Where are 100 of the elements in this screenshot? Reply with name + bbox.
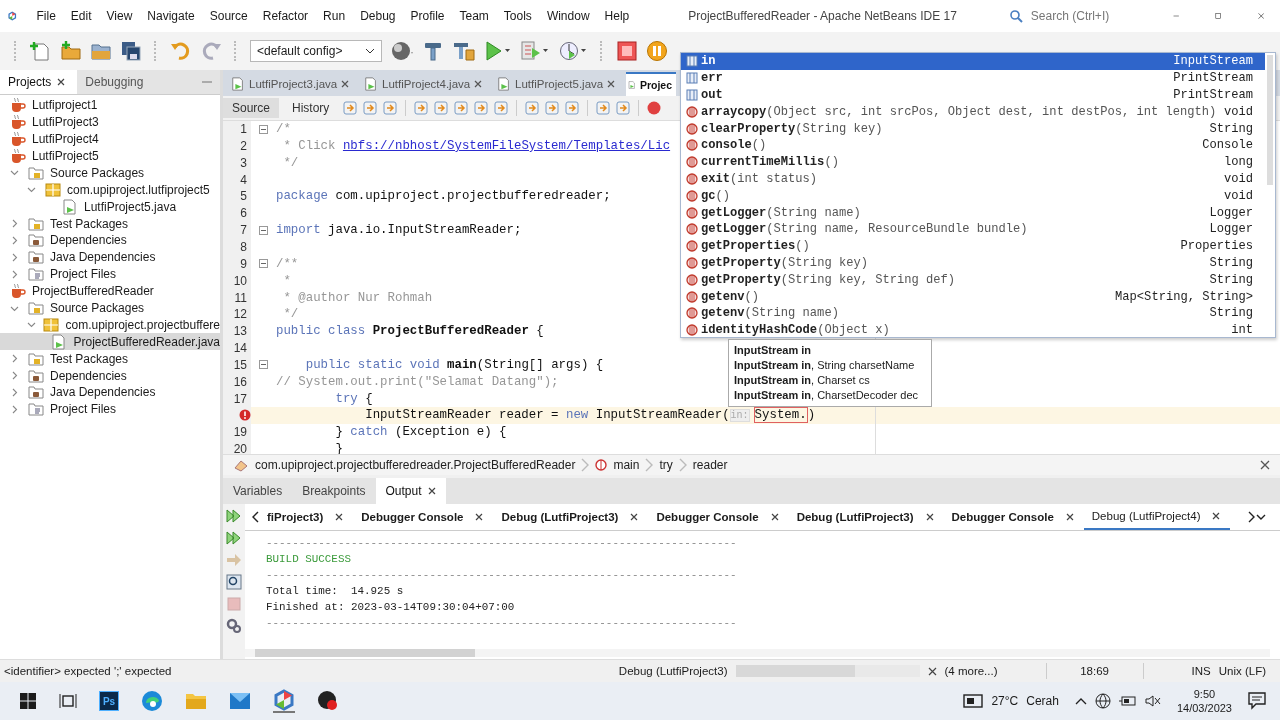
fold-icon[interactable] (259, 124, 268, 134)
task-view-icon[interactable] (59, 692, 77, 711)
editor-tab[interactable]: LutfiProject5.java (493, 71, 626, 96)
menu-item[interactable]: Run (315, 8, 353, 23)
tree-item[interactable]: Dependencies (0, 232, 220, 249)
completion-item[interactable]: currentTimeMillis() long (681, 153, 1265, 171)
menu-item[interactable]: Edit (62, 8, 99, 23)
completion-item[interactable]: exit(int status) void (681, 170, 1265, 188)
menu-item[interactable]: View (98, 8, 140, 23)
debug-icon[interactable] (520, 39, 550, 62)
completion-item[interactable]: identityHashCode(Object x) int (681, 321, 1265, 339)
continue-icon[interactable] (226, 529, 242, 546)
tree-item[interactable]: Java Dependencies (0, 384, 220, 401)
editor-tab[interactable]: LutfiProject4.java (360, 71, 493, 96)
view-tab[interactable]: Source (223, 97, 280, 118)
scroll-right-icon[interactable] (1248, 510, 1256, 523)
tree-item[interactable]: ProjectBufferedReader (0, 282, 220, 300)
tree-item[interactable]: Java Dependencies (0, 248, 220, 266)
panel-tab[interactable]: Breakpoints (292, 477, 376, 504)
record-icon[interactable] (646, 99, 663, 116)
temperature[interactable]: 27°C (991, 694, 1019, 709)
console-tab[interactable]: Debug (LutfiProject4) (1083, 503, 1231, 530)
menu-item[interactable]: Source (201, 8, 255, 23)
save-all-icon[interactable] (120, 39, 142, 62)
tree-item[interactable]: LutfiProject4 (0, 130, 220, 148)
mail-icon[interactable] (229, 692, 251, 711)
tree-item[interactable]: LutfiProject3 (0, 113, 220, 131)
tree-item[interactable]: Source Packages (0, 164, 220, 182)
globe-icon[interactable] (1094, 693, 1111, 710)
tree-item[interactable]: com.upiproject.lutfiproject5 (0, 181, 220, 199)
pause-icon[interactable] (646, 39, 668, 62)
close-icon[interactable] (427, 486, 436, 495)
menu-item[interactable]: Help (596, 8, 637, 23)
completion-item[interactable]: getProperties() Properties (681, 237, 1265, 255)
dropdown-icon[interactable] (1256, 513, 1266, 520)
tree-item[interactable]: Test Packages (0, 215, 220, 233)
console-tab[interactable]: Debug (LutfiProject3) (788, 503, 944, 530)
config-dropdown[interactable]: <default config> (250, 39, 382, 62)
settings-icon[interactable] (226, 617, 242, 634)
close-icon[interactable] (927, 666, 937, 676)
completion-item[interactable]: console() Console (681, 137, 1265, 154)
completion-item[interactable]: getProperty(String key, String def) String (681, 271, 1265, 289)
editor-tab[interactable]: LutfiProject3.java (227, 71, 360, 96)
completion-item[interactable]: getLogger(String name) Logger (681, 204, 1265, 221)
console-tab[interactable]: Debugger Console (943, 503, 1084, 530)
profile-icon[interactable] (558, 39, 588, 62)
weather-text[interactable]: Cerah (1026, 694, 1059, 709)
console-tab[interactable]: Debugger Console (648, 503, 789, 530)
tree-item[interactable]: ProjectBufferedReader.java (0, 333, 220, 351)
completion-item[interactable]: in InputStream (681, 53, 1265, 70)
close-icon[interactable] (57, 77, 66, 86)
completion-item[interactable]: getenv() Map<String, String> (681, 288, 1265, 305)
close-icon[interactable] (1212, 511, 1221, 520)
new-project-icon[interactable] (60, 39, 82, 62)
menu-item[interactable]: Navigate (139, 8, 202, 23)
panel-tab[interactable]: Projects (0, 69, 78, 94)
close-icon[interactable] (607, 79, 616, 88)
windows-start-icon[interactable] (19, 692, 37, 711)
tree-item[interactable]: com.upiproject.projectbuffere (0, 316, 220, 334)
close-icon[interactable] (474, 79, 483, 88)
panel-tab[interactable]: Output (375, 477, 446, 504)
view-tab[interactable]: History (283, 97, 339, 118)
search-field[interactable]: Search (Ctrl+I) (1028, 7, 1153, 24)
console-tab[interactable]: Debugger Console (353, 503, 494, 530)
menu-item[interactable]: Window (538, 8, 597, 23)
tree-item[interactable]: LutfiProject5.java (0, 198, 220, 216)
new-file-icon[interactable] (30, 39, 52, 62)
scroll-left-icon[interactable] (251, 510, 259, 523)
close-icon[interactable] (335, 512, 344, 521)
inspect-icon[interactable] (226, 573, 242, 590)
globe-icon[interactable] (390, 39, 414, 62)
fold-icon[interactable] (259, 225, 268, 235)
tree-item[interactable]: LutfiProject5 (0, 147, 220, 165)
cube-app-icon[interactable] (273, 689, 295, 714)
console-tab[interactable]: fiProject3) (259, 503, 354, 530)
completion-item[interactable]: out PrintStream (681, 86, 1265, 104)
completion-item[interactable]: getProperty(String key) String (681, 254, 1265, 272)
browser-icon[interactable] (141, 690, 163, 713)
tree-item[interactable]: Project Files (0, 400, 220, 418)
breadcrumb-item[interactable]: com.upiproject.projectbufferedreader.ProjectBufferedReader (255, 457, 576, 472)
close-icon[interactable] (1260, 459, 1270, 470)
tree-item[interactable]: Lutfiproject1 (0, 96, 220, 114)
close-icon[interactable] (770, 512, 779, 521)
notification-icon[interactable] (1248, 692, 1268, 711)
run-icon[interactable] (484, 39, 512, 62)
fold-icon[interactable] (259, 259, 268, 269)
tree-item[interactable]: Source Packages (0, 299, 220, 317)
menu-item[interactable]: Profile (402, 8, 452, 23)
scrollbar-thumb[interactable] (255, 649, 475, 658)
panel-tab[interactable]: Variables (223, 477, 293, 504)
breadcrumb-item[interactable]: main (613, 457, 640, 472)
completion-item[interactable]: arraycopy(Object src, int srcPos, Object dest, int destPos, int length) void (681, 103, 1265, 121)
clock[interactable]: 9:50 14/03/2023 (1176, 687, 1232, 716)
menu-item[interactable]: Team (451, 8, 496, 23)
completion-item[interactable]: getLogger(String name, ResourceBundle bundle) Logger (681, 220, 1265, 238)
menu-item[interactable]: Tools (495, 8, 539, 23)
battery-icon[interactable] (1118, 695, 1137, 708)
menu-item[interactable]: File (28, 8, 63, 23)
breadcrumb-item[interactable]: reader (692, 457, 728, 472)
fold-icon[interactable] (259, 360, 268, 370)
